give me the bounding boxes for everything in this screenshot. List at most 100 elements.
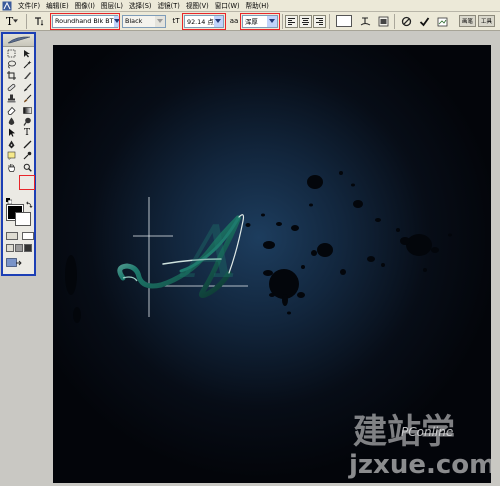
font-family-select[interactable]: Roundhand Blk BT bbox=[50, 12, 120, 30]
hand-icon bbox=[7, 163, 15, 172]
lasso-icon bbox=[7, 60, 16, 69]
history-brush-tool[interactable] bbox=[20, 94, 34, 104]
quick-mask-button[interactable] bbox=[22, 232, 34, 240]
watermark-line3: jzxue.com bbox=[348, 450, 491, 480]
menu-select[interactable]: 选择(S) bbox=[126, 0, 155, 12]
eraser-icon bbox=[7, 106, 16, 115]
type-tool-highlight bbox=[19, 175, 35, 190]
marquee-tool[interactable] bbox=[4, 48, 18, 58]
font-size-select[interactable]: 92.14 点 bbox=[182, 12, 226, 30]
blur-tool[interactable] bbox=[4, 116, 18, 126]
canvas-artwork: A 建站学 PConline jzxue.com bbox=[53, 45, 491, 483]
menu-view[interactable]: 视图(V) bbox=[183, 0, 212, 12]
options-bar: T Roundhand Blk BT Black tT 92.14 点 aa 浑… bbox=[0, 12, 500, 31]
separator bbox=[282, 13, 283, 29]
standard-mode-button[interactable] bbox=[6, 232, 18, 240]
dodge-tool[interactable] bbox=[20, 116, 34, 126]
magnifier-icon bbox=[23, 163, 32, 172]
move-icon bbox=[23, 49, 30, 58]
font-size-icon: tT bbox=[172, 17, 180, 25]
default-colors-icon[interactable] bbox=[6, 198, 12, 204]
arrow-pointer-icon bbox=[8, 128, 15, 138]
separator bbox=[329, 13, 330, 29]
font-size-value: 92.14 点 bbox=[187, 17, 214, 26]
menu-help[interactable]: 帮助(H) bbox=[243, 0, 272, 12]
file-browser-icon bbox=[437, 17, 447, 26]
menu-window[interactable]: 窗口(W) bbox=[212, 0, 243, 12]
stamp-icon bbox=[7, 94, 15, 103]
document-canvas[interactable]: A 建站学 PConline jzxue.com bbox=[53, 45, 491, 483]
separator bbox=[26, 13, 27, 29]
character-palette-button[interactable] bbox=[376, 14, 390, 28]
menu-layer[interactable]: 图层(L) bbox=[98, 0, 126, 12]
clone-stamp-tool[interactable] bbox=[4, 94, 18, 104]
hand-tool[interactable] bbox=[4, 162, 18, 172]
warp-text-icon bbox=[360, 16, 370, 25]
eraser-tool[interactable] bbox=[4, 105, 18, 115]
tool-grid: T bbox=[3, 47, 34, 172]
menu-image[interactable]: 图像(I) bbox=[72, 0, 98, 12]
gradient-tool[interactable] bbox=[20, 105, 34, 115]
antialias-value: 浑厚 bbox=[245, 17, 258, 26]
line-shape-icon bbox=[23, 140, 31, 149]
zoom-tool[interactable] bbox=[20, 162, 34, 172]
align-right-button[interactable] bbox=[313, 14, 326, 28]
lasso-tool[interactable] bbox=[4, 59, 18, 69]
bandage-icon bbox=[7, 83, 15, 91]
healing-brush-tool[interactable] bbox=[4, 82, 18, 92]
full-screen-button[interactable] bbox=[24, 244, 32, 252]
type-tool[interactable]: T bbox=[20, 128, 34, 138]
letter-a-text: A bbox=[179, 210, 237, 294]
chevron-down-icon bbox=[213, 15, 223, 27]
slice-icon bbox=[23, 72, 31, 80]
warp-text-button[interactable] bbox=[358, 14, 372, 28]
commit-edits-button[interactable] bbox=[417, 14, 431, 28]
slice-tool[interactable] bbox=[20, 71, 34, 81]
align-left-button[interactable] bbox=[285, 14, 298, 28]
go-to-bridge-button[interactable] bbox=[435, 14, 449, 28]
shape-tool[interactable] bbox=[20, 139, 34, 149]
feather-logo-icon bbox=[6, 36, 30, 44]
text-orientation-icon[interactable] bbox=[33, 15, 45, 27]
brush-tool[interactable] bbox=[20, 82, 34, 92]
screen-mode-row bbox=[6, 244, 34, 252]
full-screen-menu-button[interactable] bbox=[15, 244, 23, 252]
background-color-swatch[interactable] bbox=[15, 212, 31, 226]
menu-filter[interactable]: 滤镜(T) bbox=[154, 0, 182, 12]
eyedropper-tool[interactable] bbox=[20, 151, 34, 161]
align-center-button[interactable] bbox=[299, 14, 312, 28]
magic-wand-tool[interactable] bbox=[20, 59, 34, 69]
palettes-icon bbox=[378, 16, 388, 26]
note-icon bbox=[7, 151, 15, 161]
chevron-down-icon bbox=[155, 15, 165, 27]
photoshop-app-icon[interactable] bbox=[2, 1, 12, 11]
mask-mode-row bbox=[6, 232, 34, 240]
checkmark-icon bbox=[419, 16, 429, 26]
chevron-down-icon bbox=[113, 15, 120, 27]
menu-edit[interactable]: 编辑(E) bbox=[43, 0, 72, 12]
swap-colors-icon[interactable] bbox=[26, 201, 33, 208]
toolbox-header[interactable] bbox=[3, 34, 34, 47]
palette-well: 画笔 工具 bbox=[459, 15, 496, 27]
path-selection-tool[interactable] bbox=[4, 128, 18, 138]
text-color-swatch[interactable] bbox=[336, 15, 352, 27]
history-brush-icon bbox=[23, 94, 31, 103]
dodge-icon bbox=[23, 117, 31, 126]
separator bbox=[394, 13, 395, 29]
antialias-select[interactable]: 浑厚 bbox=[240, 12, 280, 30]
menu-file[interactable]: 文件(F) bbox=[15, 0, 43, 12]
crop-tool[interactable] bbox=[4, 71, 18, 81]
standard-screen-button[interactable] bbox=[6, 244, 14, 252]
move-tool[interactable] bbox=[20, 48, 34, 58]
brush-icon bbox=[23, 83, 31, 92]
font-style-select[interactable]: Black bbox=[122, 14, 166, 28]
pen-tool[interactable] bbox=[4, 139, 18, 149]
jump-to-imageready-icon[interactable] bbox=[6, 258, 22, 268]
palette-tab-brushes[interactable]: 画笔 bbox=[459, 15, 477, 27]
jump-row bbox=[6, 258, 34, 268]
notes-tool[interactable] bbox=[4, 151, 18, 161]
palette-tab-tools[interactable]: 工具 bbox=[478, 15, 496, 27]
cancel-edits-button[interactable] bbox=[399, 14, 413, 28]
type-tool-glyph: T bbox=[5, 14, 14, 28]
tool-preset-picker[interactable]: T bbox=[0, 13, 24, 30]
